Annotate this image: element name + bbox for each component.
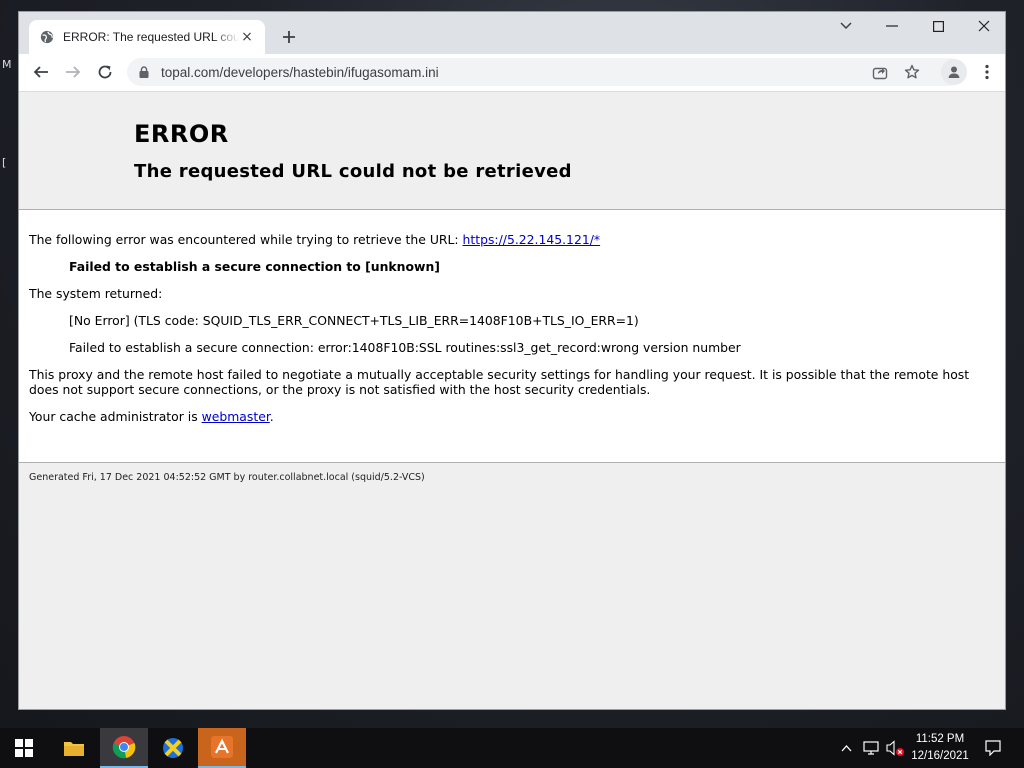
taskbar-chrome[interactable] xyxy=(100,728,148,768)
taskbar-clock[interactable]: 11:52 PM 12/16/2021 xyxy=(905,731,975,765)
tls-code-line: [No Error] (TLS code: SQUID_TLS_ERR_CONN… xyxy=(69,313,639,328)
kebab-menu-icon xyxy=(985,64,989,80)
menu-button[interactable] xyxy=(974,59,1000,85)
x-app-icon xyxy=(163,738,183,758)
maximize-button[interactable] xyxy=(915,12,961,40)
chrome-icon xyxy=(112,736,136,759)
explanation-paragraph: This proxy and the remote host failed to… xyxy=(29,367,970,397)
reload-button[interactable] xyxy=(91,58,119,86)
intro-text: The following error was encountered whil… xyxy=(29,232,459,247)
profile-icon xyxy=(948,66,960,78)
ssl-error-line: Failed to establish a secure connection:… xyxy=(69,340,741,355)
maximize-icon xyxy=(932,20,944,32)
reload-icon xyxy=(98,65,112,79)
error-footer: Generated Fri, 17 Dec 2021 04:52:52 GMT … xyxy=(19,462,1005,709)
notification-icon xyxy=(985,740,1001,756)
minimize-button[interactable] xyxy=(869,12,915,40)
intro-paragraph: The following error was encountered whil… xyxy=(29,232,995,247)
page-content: ERROR The requested URL could not be ret… xyxy=(19,92,1005,709)
webmaster-link[interactable]: webmaster xyxy=(202,409,270,424)
back-button[interactable] xyxy=(27,58,55,86)
active-tab[interactable]: ERROR: The requested URL could not be re… xyxy=(29,20,265,54)
volume-muted-icon xyxy=(886,740,904,756)
globe-icon xyxy=(39,29,55,45)
error-header: ERROR The requested URL could not be ret… xyxy=(19,92,1005,210)
error-body: The following error was encountered whil… xyxy=(19,210,1005,424)
tray-chevron[interactable] xyxy=(836,728,856,768)
new-tab-button[interactable] xyxy=(277,25,301,49)
taskbar: 11:52 PM 12/16/2021 xyxy=(0,728,1024,768)
plus-icon xyxy=(283,31,295,43)
folder-icon xyxy=(64,742,84,756)
share-icon[interactable] xyxy=(871,63,889,81)
url-text[interactable]: topal.com/developers/hastebin/ifugasomam… xyxy=(161,65,439,80)
tab-strip: ERROR: The requested URL could not be re… xyxy=(19,12,1005,54)
error-line: Failed to establish a secure connection … xyxy=(69,259,440,274)
chevron-up-icon xyxy=(841,744,851,751)
clock-date: 12/16/2021 xyxy=(911,750,969,762)
minimize-icon xyxy=(886,25,898,27)
desktop-glyph: M xyxy=(2,58,12,71)
taskbar-orange-app[interactable] xyxy=(198,728,246,768)
footer-generated-text: Generated Fri, 17 Dec 2021 04:52:52 GMT … xyxy=(29,472,425,483)
taskbar-file-explorer[interactable] xyxy=(50,728,98,768)
desktop-glyph: [ xyxy=(2,156,7,169)
page-title: ERROR xyxy=(134,120,229,148)
forward-button[interactable] xyxy=(59,58,87,86)
browser-window: ERROR: The requested URL could not be re… xyxy=(18,11,1006,710)
desktop-edge: M [ xyxy=(0,0,18,710)
tray-network[interactable] xyxy=(860,728,882,768)
chevron-down-icon xyxy=(840,22,852,30)
admin-prefix: Your cache administrator is xyxy=(29,409,202,424)
tab-search-button[interactable] xyxy=(823,12,869,40)
system-returned-label: The system returned: xyxy=(29,286,163,301)
browser-toolbar: topal.com/developers/hastebin/ifugasomam… xyxy=(19,54,1005,92)
admin-paragraph: Your cache administrator is webmaster. xyxy=(29,409,995,424)
retrieve-url-link[interactable]: https://5.22.145.121/* xyxy=(463,232,601,247)
close-icon xyxy=(978,20,990,32)
clock-time: 11:52 PM xyxy=(915,733,965,745)
orange-app-icon xyxy=(211,736,233,758)
page-subtitle: The requested URL could not be retrieved xyxy=(134,161,572,182)
lock-icon[interactable] xyxy=(137,65,151,79)
profile-button[interactable] xyxy=(941,59,967,85)
windows-logo-icon xyxy=(15,739,33,757)
address-bar[interactable]: topal.com/developers/hastebin/ifugasomam… xyxy=(127,58,963,86)
close-window-button[interactable] xyxy=(961,12,1005,40)
tray-volume[interactable] xyxy=(884,728,906,768)
arrow-right-icon xyxy=(66,66,81,78)
admin-suffix: . xyxy=(269,409,274,424)
tab-title: ERROR: The requested URL could not be re… xyxy=(63,30,239,44)
taskbar-x-app[interactable] xyxy=(149,728,197,768)
start-button[interactable] xyxy=(0,728,48,768)
tab-close-button[interactable]: × xyxy=(239,29,255,45)
star-icon[interactable] xyxy=(903,63,921,81)
arrow-left-icon xyxy=(33,66,48,78)
notification-button[interactable] xyxy=(978,728,1008,768)
network-icon xyxy=(863,741,879,755)
